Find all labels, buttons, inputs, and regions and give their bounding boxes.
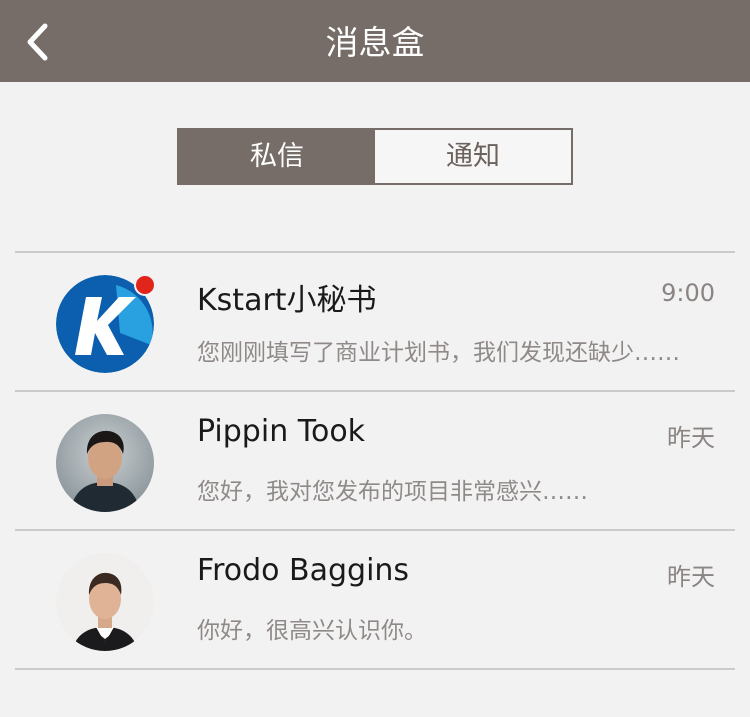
avatar <box>56 414 154 512</box>
message-preview: 您刚刚填写了商业计划书，我们发现还缺少…… <box>197 340 680 366</box>
message-time: 9:00 <box>661 279 715 307</box>
sender-name: Kstart小秘书 <box>197 283 377 318</box>
page-title: 消息盒 <box>325 23 425 62</box>
message-item-pippin[interactable]: Pippin Took 昨天 您好，我对您发布的项目非常感兴…… <box>15 392 735 529</box>
sender-name: Pippin Took <box>197 414 366 449</box>
message-preview: 你好，很高兴认识你。 <box>197 618 427 644</box>
message-type-tabs: 私信 通知 <box>177 128 573 185</box>
top-bar: 消息盒 <box>0 0 750 82</box>
message-item-kstart[interactable]: Kstart小秘书 9:00 您刚刚填写了商业计划书，我们发现还缺少…… <box>15 253 735 390</box>
message-time: 昨天 <box>667 424 715 452</box>
tab-private-messages[interactable]: 私信 <box>179 130 375 183</box>
user-photo-icon <box>56 414 154 512</box>
user-photo-icon <box>56 553 154 651</box>
unread-badge <box>134 274 156 296</box>
avatar <box>56 553 154 651</box>
message-preview: 您好，我对您发布的项目非常感兴…… <box>197 479 588 505</box>
message-time: 昨天 <box>667 563 715 591</box>
tab-notifications[interactable]: 通知 <box>375 130 571 183</box>
sender-name: Frodo Baggins <box>197 553 410 588</box>
divider <box>15 668 735 670</box>
message-item-frodo[interactable]: Frodo Baggins 昨天 你好，很高兴认识你。 <box>15 531 735 668</box>
